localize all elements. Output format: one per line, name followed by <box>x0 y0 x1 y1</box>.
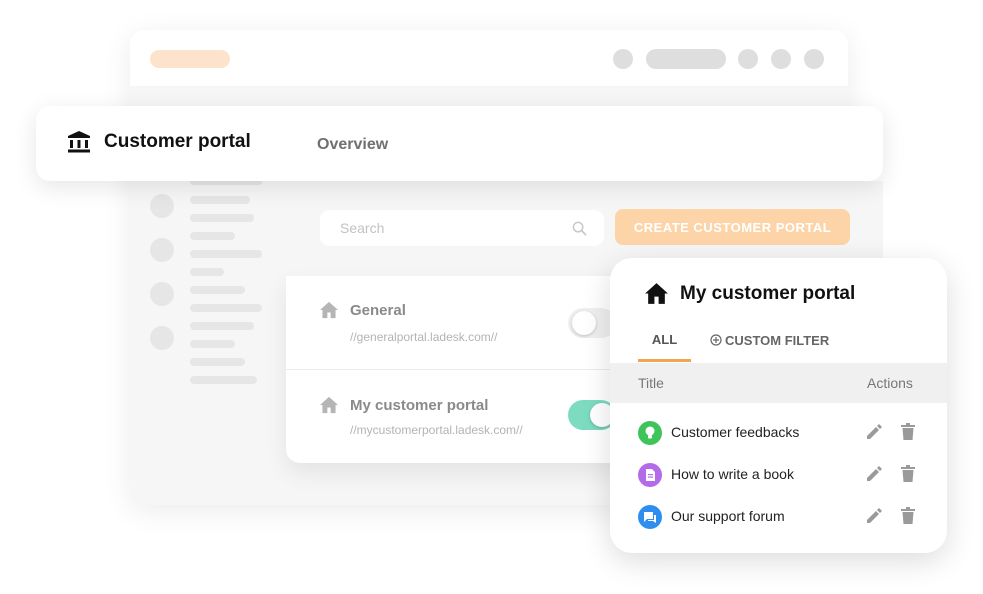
skeleton-line <box>190 322 254 330</box>
active-tab-indicator <box>638 359 691 362</box>
tab-custom-filter[interactable]: CUSTOM FILTER <box>710 333 829 348</box>
portal-name: My customer portal <box>350 397 489 414</box>
document-icon <box>638 463 662 487</box>
nav-overview[interactable]: Overview <box>317 136 388 154</box>
portal-toggle[interactable] <box>568 308 616 338</box>
table-row[interactable]: Customer feedbacks <box>610 413 947 453</box>
row-title: How to write a book <box>671 466 794 482</box>
skeleton-line <box>190 340 235 348</box>
portal-detail-card: My customer portal ALL CUSTOM FILTER Tit… <box>610 258 947 553</box>
search-icon[interactable] <box>572 221 587 236</box>
home-icon <box>645 283 668 304</box>
toolbar-dot <box>738 49 758 69</box>
column-actions: Actions <box>867 375 913 391</box>
search-input[interactable] <box>338 219 562 237</box>
skeleton-line <box>190 196 250 204</box>
skeleton-line <box>190 376 257 384</box>
table-row[interactable]: Our support forum <box>610 497 947 537</box>
tab-placeholder <box>150 50 230 68</box>
skeleton-avatar <box>150 238 174 262</box>
tab-all[interactable]: ALL <box>638 332 691 362</box>
skeleton-line <box>190 304 262 312</box>
edit-icon[interactable] <box>865 465 883 483</box>
trash-icon[interactable] <box>900 507 916 525</box>
portal-toggle[interactable] <box>568 400 616 430</box>
toolbar-dot <box>771 49 791 69</box>
chat-icon <box>638 505 662 529</box>
trash-icon[interactable] <box>900 423 916 441</box>
create-portal-button[interactable]: CREATE CUSTOMER PORTAL <box>615 209 850 245</box>
home-icon <box>320 301 338 319</box>
toolbar-dot <box>804 49 824 69</box>
toolbar-dot <box>613 49 633 69</box>
lightbulb-icon <box>638 421 662 445</box>
skeleton-avatar <box>150 326 174 350</box>
edit-icon[interactable] <box>865 507 883 525</box>
portal-url: //mycustomerportal.ladesk.com// <box>350 423 523 437</box>
skeleton-line <box>190 268 224 276</box>
tab-custom-filter-label: CUSTOM FILTER <box>725 333 830 348</box>
skeleton-avatar <box>150 282 174 306</box>
trash-icon[interactable] <box>900 465 916 483</box>
row-title: Customer feedbacks <box>671 424 800 440</box>
browser-titlebar <box>130 30 848 86</box>
skeleton-line <box>190 286 245 294</box>
row-title: Our support forum <box>671 508 785 524</box>
column-title: Title <box>638 375 664 391</box>
home-icon <box>320 396 338 414</box>
skeleton-line <box>190 214 254 222</box>
skeleton-line <box>190 250 262 258</box>
skeleton-avatar <box>150 194 174 218</box>
search-box[interactable] <box>320 210 604 246</box>
table-row[interactable]: How to write a book <box>610 455 947 495</box>
skeleton-line <box>190 232 235 240</box>
add-circle-icon <box>710 334 722 346</box>
edit-icon[interactable] <box>865 423 883 441</box>
portal-name: General <box>350 302 406 319</box>
portal-url: //generalportal.ladesk.com// <box>350 330 498 344</box>
page-title: Customer portal <box>104 131 251 152</box>
card-title: My customer portal <box>680 283 856 304</box>
tab-all-label: ALL <box>651 332 678 347</box>
skeleton-line <box>190 358 245 366</box>
bank-icon <box>68 131 90 153</box>
address-placeholder <box>646 49 726 69</box>
table-header: Title Actions <box>610 363 947 403</box>
